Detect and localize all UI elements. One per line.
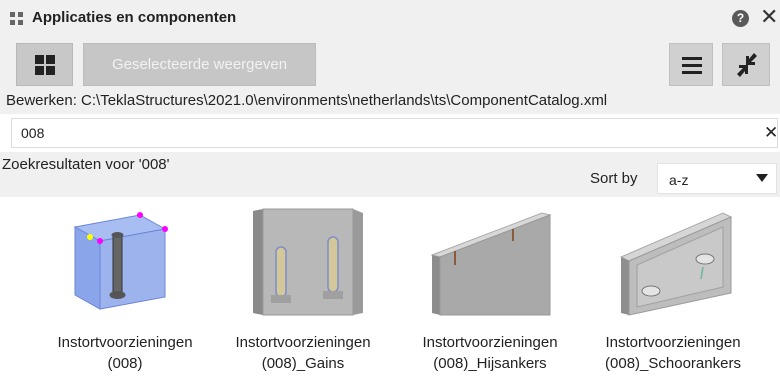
results-header: Zoekresultaten voor '008' Sort by a-z xyxy=(0,152,780,197)
app-grid-icon xyxy=(10,12,23,25)
wall-with-lifting-anchors-icon xyxy=(430,212,552,316)
result-item[interactable]: Instortvoorzieningen (008) xyxy=(35,207,215,382)
catalog-path: Bewerken: C:\TeklaStructures\2021.0\envi… xyxy=(6,92,608,109)
search-input-value[interactable]: 008 xyxy=(21,125,44,141)
thumbnail-view-button[interactable] xyxy=(16,43,73,86)
title-bar: Applicaties en componenten ? ✕ xyxy=(0,0,780,37)
result-item-name: Instortvoorzieningen xyxy=(605,334,741,351)
chevron-down-icon xyxy=(756,174,768,182)
help-icon[interactable]: ? xyxy=(732,10,749,27)
results-grid: Instortvoorzieningen (008) Instortvoorzi… xyxy=(0,197,780,387)
result-item-suffix: (008)_Gains xyxy=(261,355,345,372)
toolbar: Geselecteerde weergeven xyxy=(0,37,780,91)
hamburger-icon-bar xyxy=(682,71,702,74)
result-item-name: Instortvoorzieningen xyxy=(57,334,193,351)
collapse-button[interactable] xyxy=(722,43,770,86)
catalog-path-row: Bewerken: C:\TeklaStructures\2021.0\envi… xyxy=(0,91,780,114)
window-title: Applicaties en componenten xyxy=(32,9,237,26)
clear-search-icon[interactable]: ✕ xyxy=(764,123,778,143)
wall-with-brace-anchors-icon xyxy=(619,212,733,316)
search-input[interactable]: 008 ✕ xyxy=(11,118,778,148)
result-item-label: Instortvoorzieningen (008)_Hijsankers xyxy=(400,332,580,374)
menu-button[interactable] xyxy=(669,43,713,86)
sort-select-value: a-z xyxy=(669,172,689,188)
result-item-suffix: (008) xyxy=(107,355,143,372)
grid-view-icon-cell xyxy=(46,66,55,75)
grid-view-icon-cell xyxy=(46,55,55,64)
result-item-label: Instortvoorzieningen (008) xyxy=(35,332,215,374)
wall-with-slots-icon xyxy=(253,208,363,316)
result-item[interactable]: Instortvoorzieningen (008)_Hijsankers xyxy=(400,207,580,382)
sort-by-label: Sort by xyxy=(590,170,638,187)
close-icon[interactable]: ✕ xyxy=(760,6,778,28)
result-item[interactable]: Instortvoorzieningen (008)_Gains xyxy=(213,207,393,382)
hamburger-icon xyxy=(682,57,702,60)
show-selected-button[interactable]: Geselecteerde weergeven xyxy=(83,43,316,86)
result-item-name: Instortvoorzieningen xyxy=(235,334,371,351)
embedded-bolt-block-icon xyxy=(73,212,168,310)
collapse-arrows-icon xyxy=(737,53,757,77)
result-item-label: Instortvoorzieningen (008)_Schoorankers xyxy=(583,332,763,374)
result-item[interactable]: Instortvoorzieningen (008)_Schoorankers xyxy=(583,207,763,382)
results-label: Zoekresultaten voor '008' xyxy=(2,156,170,173)
sort-select[interactable]: a-z xyxy=(657,163,777,194)
result-item-suffix: (008)_Hijsankers xyxy=(433,355,547,372)
grid-view-icon xyxy=(35,55,44,64)
result-item-name: Instortvoorzieningen xyxy=(422,334,558,351)
result-item-label: Instortvoorzieningen (008)_Gains xyxy=(213,332,393,374)
hamburger-icon-bar xyxy=(682,64,702,67)
result-item-suffix: (008)_Schoorankers xyxy=(605,355,741,372)
grid-view-icon-cell xyxy=(35,66,44,75)
